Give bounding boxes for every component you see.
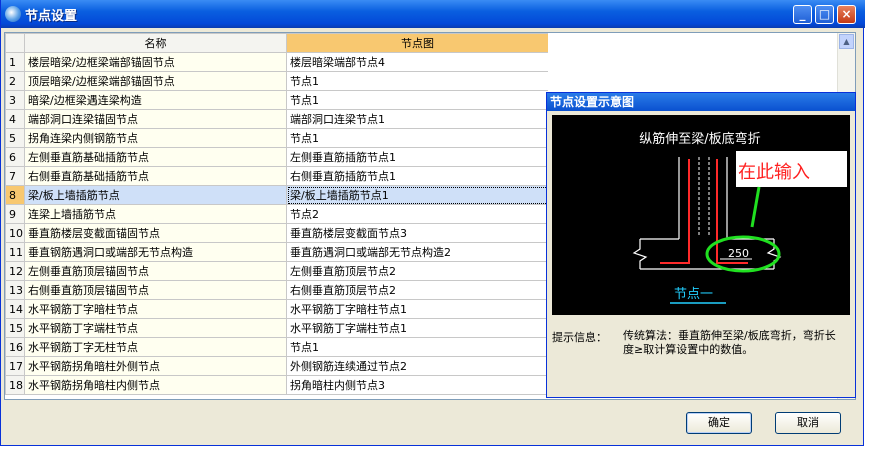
setting-name-cell: 楼层暗梁/边框梁端部锚固节点 [24, 52, 287, 72]
node-diagram-cell[interactable]: 水平钢筋丁字暗柱节点1 [286, 299, 549, 319]
minimize-button[interactable]: _ [793, 5, 812, 24]
diagram-caption: 纵筋伸至梁/板底弯折 [639, 131, 760, 147]
row-number: 12 [5, 261, 25, 281]
table-row[interactable]: 14 水平钢筋丁字暗柱节点 水平钢筋丁字暗柱节点1 [5, 299, 549, 319]
setting-name-cell: 水平钢筋拐角暗柱外侧节点 [24, 356, 287, 376]
column-header-node[interactable]: 节点图 [286, 33, 549, 53]
header-row: 名称 节点图 [5, 33, 549, 53]
settings-table: 名称 节点图 1 楼层暗梁/边框梁端部锚固节点 楼层暗梁端部节点4 2 顶层暗梁/边框梁… [5, 33, 549, 395]
row-number: 14 [5, 299, 25, 319]
node-diagram-panel: 节点设置示意图 纵筋伸至梁/板底弯折 在此输入 250 节点一 提示信息： 传统… [546, 92, 856, 398]
setting-name-cell: 水平钢筋丁字无柱节点 [24, 337, 287, 357]
row-number: 6 [5, 147, 25, 167]
row-number: 13 [5, 280, 25, 300]
node-diagram-cell[interactable]: 右侧垂直筋顶层节点2 [286, 280, 549, 300]
column-header-name[interactable]: 名称 [24, 33, 287, 53]
row-number: 4 [5, 109, 25, 129]
row-number: 9 [5, 204, 25, 224]
table-row[interactable]: 3 暗梁/边框梁遇连梁构造 节点1 [5, 90, 549, 110]
table-row[interactable]: 2 顶层暗梁/边框梁端部锚固节点 节点1 [5, 71, 549, 91]
setting-name-cell: 右侧垂直筋基础插筋节点 [24, 166, 287, 186]
table-row[interactable]: 1 楼层暗梁/边框梁端部锚固节点 楼层暗梁端部节点4 [5, 52, 549, 72]
node-diagram-svg: 纵筋伸至梁/板底弯折 在此输入 250 节点一 [632, 131, 847, 304]
node-diagram-cell[interactable]: 拐角暗柱内侧节点3 [286, 375, 549, 395]
row-number: 5 [5, 128, 25, 148]
node-diagram-cell[interactable]: 垂直筋遇洞口或端部无节点构造2 [286, 242, 549, 262]
node-diagram-cell[interactable]: 节点1 [286, 128, 549, 148]
setting-name-cell: 垂直钢筋遇洞口或端部无节点构造 [24, 242, 287, 262]
row-number: 1 [5, 52, 25, 72]
title-bar[interactable]: 节点设置 _ □ × [1, 0, 865, 28]
node-diagram-cell[interactable]: 梁/板上墙插筋节点1 [286, 185, 549, 205]
node-diagram-cell[interactable]: 节点1 [286, 90, 549, 110]
callout-text: 在此输入 [738, 162, 810, 183]
dimension-value[interactable]: 250 [728, 247, 749, 260]
table-row[interactable]: 18 水平钢筋拐角暗柱内侧节点 拐角暗柱内侧节点3 [5, 375, 549, 395]
setting-name-cell: 右侧垂直筋顶层锚固节点 [24, 280, 287, 300]
node-label: 节点一 [674, 287, 713, 302]
row-number: 17 [5, 356, 25, 376]
table-row[interactable]: 15 水平钢筋丁字端柱节点 水平钢筋丁字端柱节点1 [5, 318, 549, 338]
table-row[interactable]: 11 垂直钢筋遇洞口或端部无节点构造 垂直筋遇洞口或端部无节点构造2 [5, 242, 549, 262]
row-number: 11 [5, 242, 25, 262]
table-row[interactable]: 7 右侧垂直筋基础插筋节点 右侧垂直筋插筋节点1 [5, 166, 549, 186]
hint-label: 提示信息： [552, 331, 607, 344]
table-row[interactable]: 5 拐角连梁内侧钢筋节点 节点1 [5, 128, 549, 148]
callout-leader [750, 186, 761, 228]
table-row[interactable]: 8 梁/板上墙插筋节点 梁/板上墙插筋节点1 [5, 185, 549, 205]
node-diagram-cell[interactable]: 水平钢筋丁字端柱节点1 [286, 318, 549, 338]
setting-name-cell: 顶层暗梁/边框梁端部锚固节点 [24, 71, 287, 91]
panel-title: 节点设置示意图 [547, 93, 855, 111]
table-row[interactable]: 9 连梁上墙插筋节点 节点2 [5, 204, 549, 224]
setting-name-cell: 垂直筋楼层变截面锚固节点 [24, 223, 287, 243]
row-number: 2 [5, 71, 25, 91]
table-row[interactable]: 6 左侧垂直筋基础插筋节点 左侧垂直筋插筋节点1 [5, 147, 549, 167]
setting-name-cell: 梁/板上墙插筋节点 [24, 185, 287, 205]
node-diagram-cell[interactable]: 垂直筋楼层变截面节点3 [286, 223, 549, 243]
row-number: 16 [5, 337, 25, 357]
setting-name-cell: 水平钢筋丁字端柱节点 [24, 318, 287, 338]
node-diagram: 纵筋伸至梁/板底弯折 在此输入 250 节点一 [552, 115, 850, 315]
maximize-button[interactable]: □ [815, 5, 834, 24]
node-diagram-cell[interactable]: 节点2 [286, 204, 549, 224]
node-diagram-cell[interactable]: 节点1 [286, 337, 549, 357]
row-number: 3 [5, 90, 25, 110]
node-diagram-cell[interactable]: 左侧垂直筋插筋节点1 [286, 147, 549, 167]
node-diagram-cell[interactable]: 左侧垂直筋顶层节点2 [286, 261, 549, 281]
table-row[interactable]: 12 左侧垂直筋顶层锚固节点 左侧垂直筋顶层节点2 [5, 261, 549, 281]
table-row[interactable]: 10 垂直筋楼层变截面锚固节点 垂直筋楼层变截面节点3 [5, 223, 549, 243]
table-row[interactable]: 16 水平钢筋丁字无柱节点 节点1 [5, 337, 549, 357]
setting-name-cell: 左侧垂直筋基础插筋节点 [24, 147, 287, 167]
node-settings-window: 节点设置 _ □ × 名称 节点图 1 楼层暗梁/边框梁端部锚固节点 楼层暗梁端部节… [0, 0, 865, 446]
scroll-up-icon[interactable]: ▲ [839, 34, 854, 49]
node-diagram-cell[interactable]: 楼层暗梁端部节点4 [286, 52, 549, 72]
setting-name-cell: 暗梁/边框梁遇连梁构造 [24, 90, 287, 110]
node-diagram-cell[interactable]: 右侧垂直筋插筋节点1 [286, 166, 549, 186]
row-number: 7 [5, 166, 25, 186]
setting-name-cell: 水平钢筋拐角暗柱内侧节点 [24, 375, 287, 395]
close-button[interactable]: × [837, 5, 856, 24]
app-icon [5, 6, 21, 22]
row-number-header [5, 33, 25, 53]
window-title: 节点设置 [25, 9, 78, 24]
node-diagram-cell[interactable]: 端部洞口连梁节点1 [286, 109, 549, 129]
hint-text: 传统算法：垂直筋伸至梁/板底弯折，弯折长度≥取计算设置中的数值。 [623, 329, 836, 356]
setting-name-cell: 拐角连梁内侧钢筋节点 [24, 128, 287, 148]
node-diagram-cell[interactable]: 外侧钢筋连续通过节点2 [286, 356, 549, 376]
row-number: 15 [5, 318, 25, 338]
cancel-button[interactable]: 取消 [775, 412, 841, 434]
table-row[interactable]: 13 右侧垂直筋顶层锚固节点 右侧垂直筋顶层节点2 [5, 280, 549, 300]
table-row[interactable]: 17 水平钢筋拐角暗柱外侧节点 外侧钢筋连续通过节点2 [5, 356, 549, 376]
ok-button[interactable]: 确定 [686, 412, 752, 434]
node-diagram-cell[interactable]: 节点1 [286, 71, 549, 91]
table-row[interactable]: 4 端部洞口连梁锚固节点 端部洞口连梁节点1 [5, 109, 549, 129]
row-number: 8 [5, 185, 25, 205]
setting-name-cell: 水平钢筋丁字暗柱节点 [24, 299, 287, 319]
row-number: 10 [5, 223, 25, 243]
setting-name-cell: 端部洞口连梁锚固节点 [24, 109, 287, 129]
setting-name-cell: 连梁上墙插筋节点 [24, 204, 287, 224]
setting-name-cell: 左侧垂直筋顶层锚固节点 [24, 261, 287, 281]
row-number: 18 [5, 375, 25, 395]
